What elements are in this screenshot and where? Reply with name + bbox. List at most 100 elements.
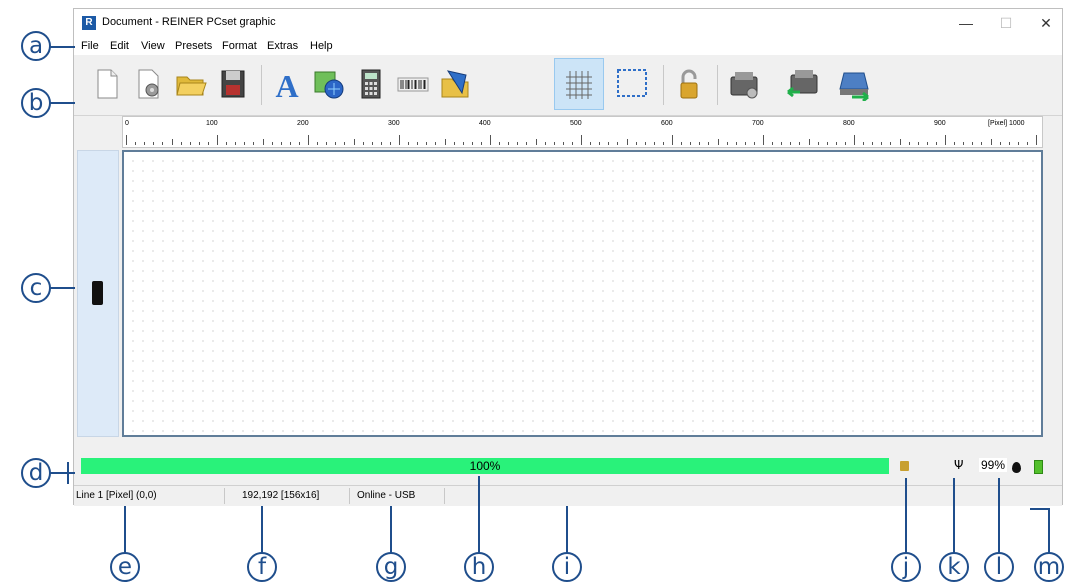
ruler-tick [317,142,319,145]
lock-status-icon [900,461,909,471]
ruler-tick [189,142,191,145]
ruler-tick [999,142,1001,145]
barcode-icon[interactable] [396,67,430,101]
status-bar: Line 1 [Pixel] (0,0) 192,192 [156x16] On… [74,485,1062,506]
ruler-tick [571,142,573,145]
callout-leader [50,46,75,48]
print-progress-bar: 100% [81,458,889,474]
menu-format[interactable]: Format [222,40,257,52]
usb-icon: Ψ [954,458,964,472]
ruler-tick [271,142,273,145]
callout-leader [953,478,955,554]
ruler-tick [599,142,601,145]
ruler-tick [899,139,901,145]
menu-file[interactable]: File [81,40,99,52]
status-separator [349,488,350,504]
open-folder-icon[interactable] [174,67,208,101]
toolbar-separator [261,65,262,105]
title-bar: R Document - REINER PCset graphic — ☐ ✕ [74,9,1062,37]
callout-leader [50,102,75,104]
ruler-tick [326,142,328,145]
ruler-tick [153,142,155,145]
callout-leader [1048,508,1050,554]
ruler-tick [699,142,701,145]
printer-send-icon[interactable] [838,67,872,101]
menu-help[interactable]: Help [310,40,333,52]
ruler-tick [790,142,792,145]
close-button[interactable]: ✕ [1032,13,1060,33]
callout-leader [566,506,568,554]
ruler-tick [735,142,737,145]
ruler-tick [917,142,919,145]
menu-view[interactable]: View [141,40,165,52]
printer-settings-icon[interactable] [728,67,762,101]
ruler-tick [408,142,410,145]
ruler-tick [617,142,619,145]
ruler-label: 800 [843,120,855,127]
ruler-tick [298,142,300,145]
ruler-tick [662,142,664,145]
status-connection: Online - USB [357,490,416,501]
toolbar: A [74,57,1062,116]
minimize-button[interactable]: — [952,13,980,33]
ruler-tick [972,142,974,145]
image-icon[interactable] [312,67,346,101]
maximize-button[interactable]: ☐ [992,13,1020,33]
ruler-tick [207,142,209,145]
ruler-tick [1008,142,1010,145]
printhead-panel [77,150,119,437]
menu-presets[interactable]: Presets [175,40,212,52]
import-icon[interactable] [438,67,472,101]
ruler-tick [990,139,992,145]
ruler-tick [562,142,564,145]
ruler-tick [763,135,764,145]
ruler-tick [635,142,637,145]
ruler-tick [817,142,819,145]
callout-leader [67,462,69,484]
ruler-tick [226,142,228,145]
horizontal-ruler: 0 100 200 300 400 500 600 700 800 900 [P… [122,116,1043,148]
ruler-tick [235,142,237,145]
menu-edit[interactable]: Edit [110,40,129,52]
callout-f: f [247,552,277,582]
open-template-icon[interactable] [132,67,166,101]
grid-toggle-button[interactable] [554,58,604,110]
app-icon: R [82,16,96,30]
ruler-tick [799,142,801,145]
print-canvas[interactable] [122,150,1043,437]
ruler-tick [417,142,419,145]
ruler-tick [126,135,127,145]
ruler-tick [753,142,755,145]
ruler-tick [480,142,482,145]
new-document-icon[interactable] [90,67,124,101]
lock-icon[interactable] [672,67,706,101]
ruler-tick [135,142,137,145]
save-icon[interactable] [216,67,250,101]
ruler-tick [198,142,200,145]
ruler-tick [544,142,546,145]
ruler-tick [744,142,746,145]
callout-leader [50,287,75,289]
ruler-tick [353,139,355,145]
selection-frame-icon[interactable] [615,67,649,101]
ruler-tick [371,142,373,145]
ink-drop-icon [1012,462,1021,473]
callout-b: b [21,88,51,118]
ruler-tick [608,142,610,145]
ruler-tick [144,142,146,145]
ruler-tick [308,135,309,145]
calculator-icon[interactable] [354,67,388,101]
battery-icon [1034,460,1043,474]
progress-text: 100% [469,459,501,473]
ruler-tick [872,142,874,145]
ruler-tick [280,142,282,145]
text-icon[interactable]: A [270,67,304,101]
printer-receive-icon[interactable] [786,67,820,101]
ruler-tick [162,142,164,145]
callout-e: e [110,552,140,582]
callout-leader [124,506,126,554]
menu-bar: File Edit View Presets Format Extras Hel… [74,37,1062,55]
ruler-tick [863,142,865,145]
menu-extras[interactable]: Extras [267,40,298,52]
callout-c: c [21,273,51,303]
